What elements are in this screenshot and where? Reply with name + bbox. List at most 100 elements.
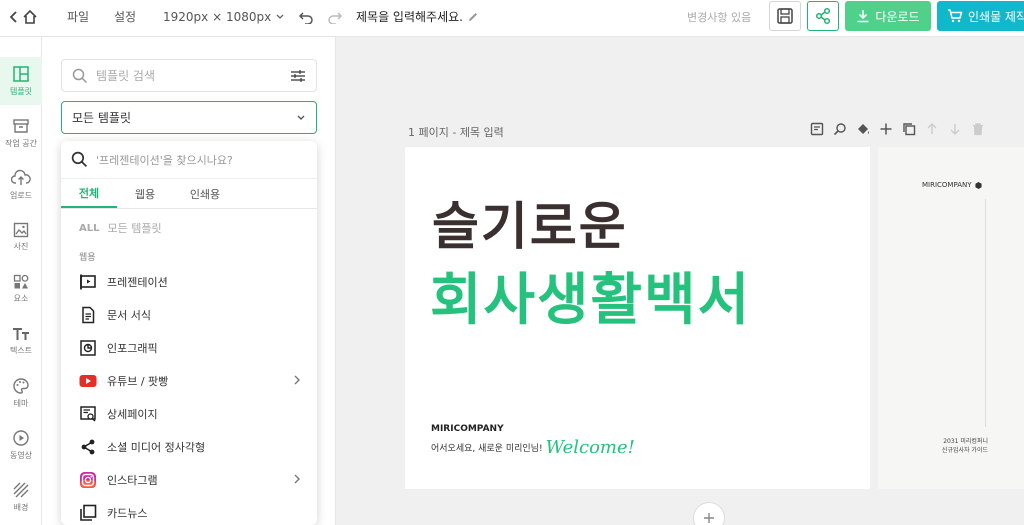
- magic-search-icon[interactable]: [833, 122, 847, 136]
- list-item-label: 유튜브 / 팟빵: [107, 374, 169, 388]
- page2-footer-line2: 신규입사자 가이드: [941, 447, 988, 454]
- list-item-label: 소셜 미디어 정사각형: [107, 440, 206, 454]
- add-icon[interactable]: [879, 122, 893, 136]
- page-toolbar: [810, 122, 985, 136]
- share-icon: [81, 439, 95, 454]
- rail-item-text[interactable]: 텍스트: [0, 317, 42, 365]
- list-item-label: 프레젠테이션: [107, 275, 168, 289]
- copy-icon[interactable]: [902, 122, 916, 136]
- template-category-dropdown: '프레젠테이션'을 찾으시나요? 전체 웹용 인쇄용 ALL 모든 템플릿 웹용…: [61, 141, 317, 525]
- all-templates-option[interactable]: ALL 모든 템플릿: [61, 209, 317, 247]
- paint-bucket-icon[interactable]: [856, 122, 870, 136]
- list-item-document[interactable]: 문서 서식: [61, 298, 317, 331]
- design-page-1[interactable]: 슬기로운 회사생활백서 MIRICOMPANY 어서오세요, 새로운 미리인님!…: [405, 147, 870, 489]
- canvas-size-label: 1920px × 1080px: [163, 9, 272, 24]
- rail-label: 템플릿: [9, 87, 33, 96]
- company-name[interactable]: MIRICOMPANY: [431, 424, 504, 434]
- all-templates-label: 모든 템플릿: [107, 222, 162, 235]
- list-item-instagram[interactable]: 인스타그램: [61, 463, 317, 496]
- play-icon: [13, 430, 29, 446]
- design-page-2-preview[interactable]: MIRICOMPANY 2031 미리컴퍼니 신규입사자 가이드: [878, 147, 1024, 489]
- headline-line1[interactable]: 슬기로운: [432, 185, 628, 259]
- list-item-label: 카드뉴스: [107, 506, 148, 520]
- presentation-icon: [80, 274, 96, 289]
- rail-item-theme[interactable]: 테마: [0, 369, 42, 417]
- share-button[interactable]: [807, 1, 839, 31]
- download-label: 다운로드: [875, 9, 920, 24]
- palette-icon: [13, 378, 29, 394]
- list-item-infographic[interactable]: 인포그래픽: [61, 331, 317, 364]
- dropdown-search-input[interactable]: '프레젠테이션'을 찾으시나요?: [61, 141, 317, 179]
- plus-icon: [704, 513, 714, 523]
- menu-file[interactable]: 파일: [67, 0, 89, 33]
- undo-icon[interactable]: [298, 0, 314, 33]
- dropdown-search-placeholder: '프레젠테이션'을 찾으시나요?: [96, 153, 233, 167]
- home-icon[interactable]: [22, 0, 38, 33]
- list-item-youtube[interactable]: 유튜브 / 팟빵: [61, 364, 317, 397]
- add-page-button[interactable]: [693, 502, 725, 525]
- document-title[interactable]: 제목을 입력해주세요.: [356, 0, 479, 33]
- page2-company-name: MIRICOMPANY: [922, 181, 972, 189]
- document-title-text: 제목을 입력해주세요.: [356, 10, 463, 24]
- rail-label: 동영상: [9, 451, 33, 460]
- list-item-card-news[interactable]: 카드뉴스: [61, 496, 317, 525]
- search-placeholder: 템플릿 검색: [96, 69, 156, 83]
- rail-item-upload[interactable]: 업로드: [0, 161, 42, 209]
- redo-icon[interactable]: [327, 0, 343, 33]
- save-button[interactable]: [769, 1, 801, 31]
- print-order-button[interactable]: 인쇄물 제작: [937, 1, 1024, 31]
- rail-item-workspace[interactable]: 작업 공간: [0, 109, 42, 157]
- rail-item-background[interactable]: 배경: [0, 473, 42, 521]
- document-icon: [82, 306, 95, 323]
- move-down-icon[interactable]: [948, 122, 962, 136]
- list-item-label: 상세페이지: [107, 407, 158, 421]
- rail-label: 업로드: [9, 191, 33, 200]
- download-button[interactable]: 다운로드: [845, 1, 931, 31]
- vertical-divider: [985, 199, 986, 427]
- infographic-icon: [80, 339, 96, 356]
- headline-line2[interactable]: 회사생활백서: [430, 255, 751, 336]
- share-icon: [815, 7, 831, 25]
- cart-icon: [948, 9, 963, 23]
- print-order-label: 인쇄물 제작: [968, 9, 1024, 24]
- hexagon-logo-icon: [974, 181, 982, 189]
- page-label[interactable]: 1 페이지 - 제목 입력: [408, 124, 504, 140]
- template-category-select[interactable]: 모든 템플릿: [61, 101, 317, 134]
- rail-item-templates[interactable]: 템플릿: [0, 57, 42, 105]
- image-icon: [13, 222, 29, 238]
- move-up-icon[interactable]: [925, 122, 939, 136]
- search-icon: [71, 151, 88, 168]
- chevron-down-icon: [297, 115, 305, 120]
- changes-status: 변경사항 있음: [687, 10, 752, 24]
- template-search-input[interactable]: 템플릿 검색: [61, 59, 317, 92]
- rail-item-elements[interactable]: 요소: [0, 265, 42, 313]
- left-nav-rail: 템플릿 작업 공간 업로드 사진 요소 텍스트 테마 동영상 배경: [0, 37, 42, 525]
- top-toolbar: 파일 설정 1920px × 1080px 제목을 입력해주세요. 변경사항 있…: [0, 0, 1024, 37]
- card-news-icon: [80, 504, 97, 521]
- rail-item-photos[interactable]: 사진: [0, 213, 42, 261]
- tab-all[interactable]: 전체: [61, 179, 117, 208]
- rail-item-video[interactable]: 동영상: [0, 421, 42, 469]
- tab-web[interactable]: 웹용: [117, 179, 173, 208]
- list-item-social-square[interactable]: 소셜 미디어 정사각형: [61, 430, 317, 463]
- shapes-icon: [13, 274, 29, 289]
- rail-label: 배경: [13, 503, 29, 512]
- trash-icon[interactable]: [971, 122, 985, 136]
- floppy-disk-icon: [777, 8, 793, 24]
- text-icon: [13, 328, 29, 340]
- section-header-web: 웹용: [79, 252, 96, 263]
- back-icon[interactable]: [8, 0, 20, 33]
- welcome-line[interactable]: 어서오세요, 새로운 미리인님! Welcome!: [431, 437, 635, 458]
- rail-label: 요소: [13, 294, 29, 303]
- rail-label: 작업 공간: [5, 139, 37, 148]
- chevron-down-icon: [276, 14, 284, 19]
- canvas-size-selector[interactable]: 1920px × 1080px: [163, 0, 285, 33]
- list-item-presentation[interactable]: 프레젠테이션: [61, 265, 317, 298]
- list-item-detail-page[interactable]: 상세페이지: [61, 397, 317, 430]
- memo-icon[interactable]: [810, 122, 824, 136]
- menu-settings[interactable]: 설정: [114, 0, 136, 33]
- tab-print[interactable]: 인쇄용: [173, 179, 237, 208]
- search-icon: [72, 68, 88, 83]
- filter-sliders-icon[interactable]: [290, 69, 306, 83]
- welcome-text: 어서오세요, 새로운 미리인님!: [431, 444, 543, 454]
